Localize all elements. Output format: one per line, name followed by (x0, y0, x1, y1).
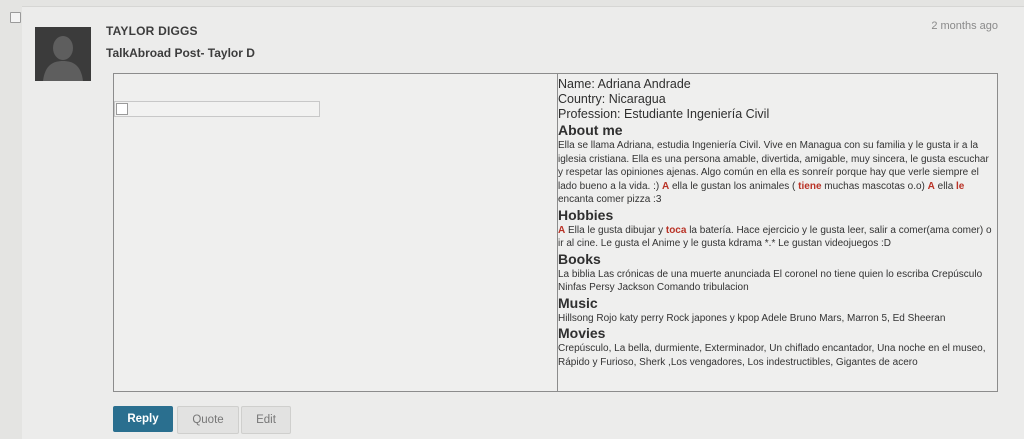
author-avatar[interactable] (35, 27, 91, 81)
correction-mark: tiene (798, 180, 822, 192)
user-silhouette-icon (35, 27, 91, 81)
about-text: Ella se llama Adriana, estudia Ingenierí… (558, 140, 989, 205)
post-timestamp: 2 months ago (931, 20, 998, 32)
author-name[interactable]: TAYLOR DIGGS (106, 24, 198, 38)
hobbies-heading: Hobbies (558, 206, 614, 223)
edit-button[interactable]: Edit (241, 406, 291, 434)
quote-button[interactable]: Quote (177, 406, 239, 434)
books-heading: Books (558, 250, 601, 267)
broken-image-icon (116, 103, 128, 115)
music-text: Hillsong Rojo katy perry Rock japones y … (558, 312, 946, 324)
profile-profession: Profession: Estudiante Ingeniería Civil (558, 107, 770, 121)
reply-button[interactable]: Reply (113, 406, 173, 432)
movies-text: Crepúsculo, La bella, durmiente, Extermi… (558, 343, 986, 368)
hobbies-text: A Ella le gusta dibujar y toca la baterí… (558, 224, 992, 250)
correction-mark: le (956, 180, 965, 192)
movies-heading: Movies (558, 325, 606, 341)
profile-name: Name: Adriana Andrade (558, 77, 691, 91)
books-text: La biblia Las crónicas de una muerte anu… (558, 268, 983, 294)
correction-mark: A (927, 180, 935, 192)
post-title: TalkAbroad Post- Taylor D (106, 46, 255, 60)
broken-image (114, 101, 320, 117)
select-post-checkbox[interactable] (10, 12, 21, 23)
image-cell (114, 74, 558, 391)
correction-mark: toca (665, 224, 687, 236)
music-heading: Music (558, 294, 598, 311)
profile-country: Country: Nicaragua (558, 92, 666, 106)
profile-table: Name: Adriana Andrade Country: Nicaragua… (113, 73, 998, 392)
profile-details-cell: Name: Adriana Andrade Country: Nicaragua… (558, 74, 995, 391)
about-heading: About me (558, 122, 623, 138)
